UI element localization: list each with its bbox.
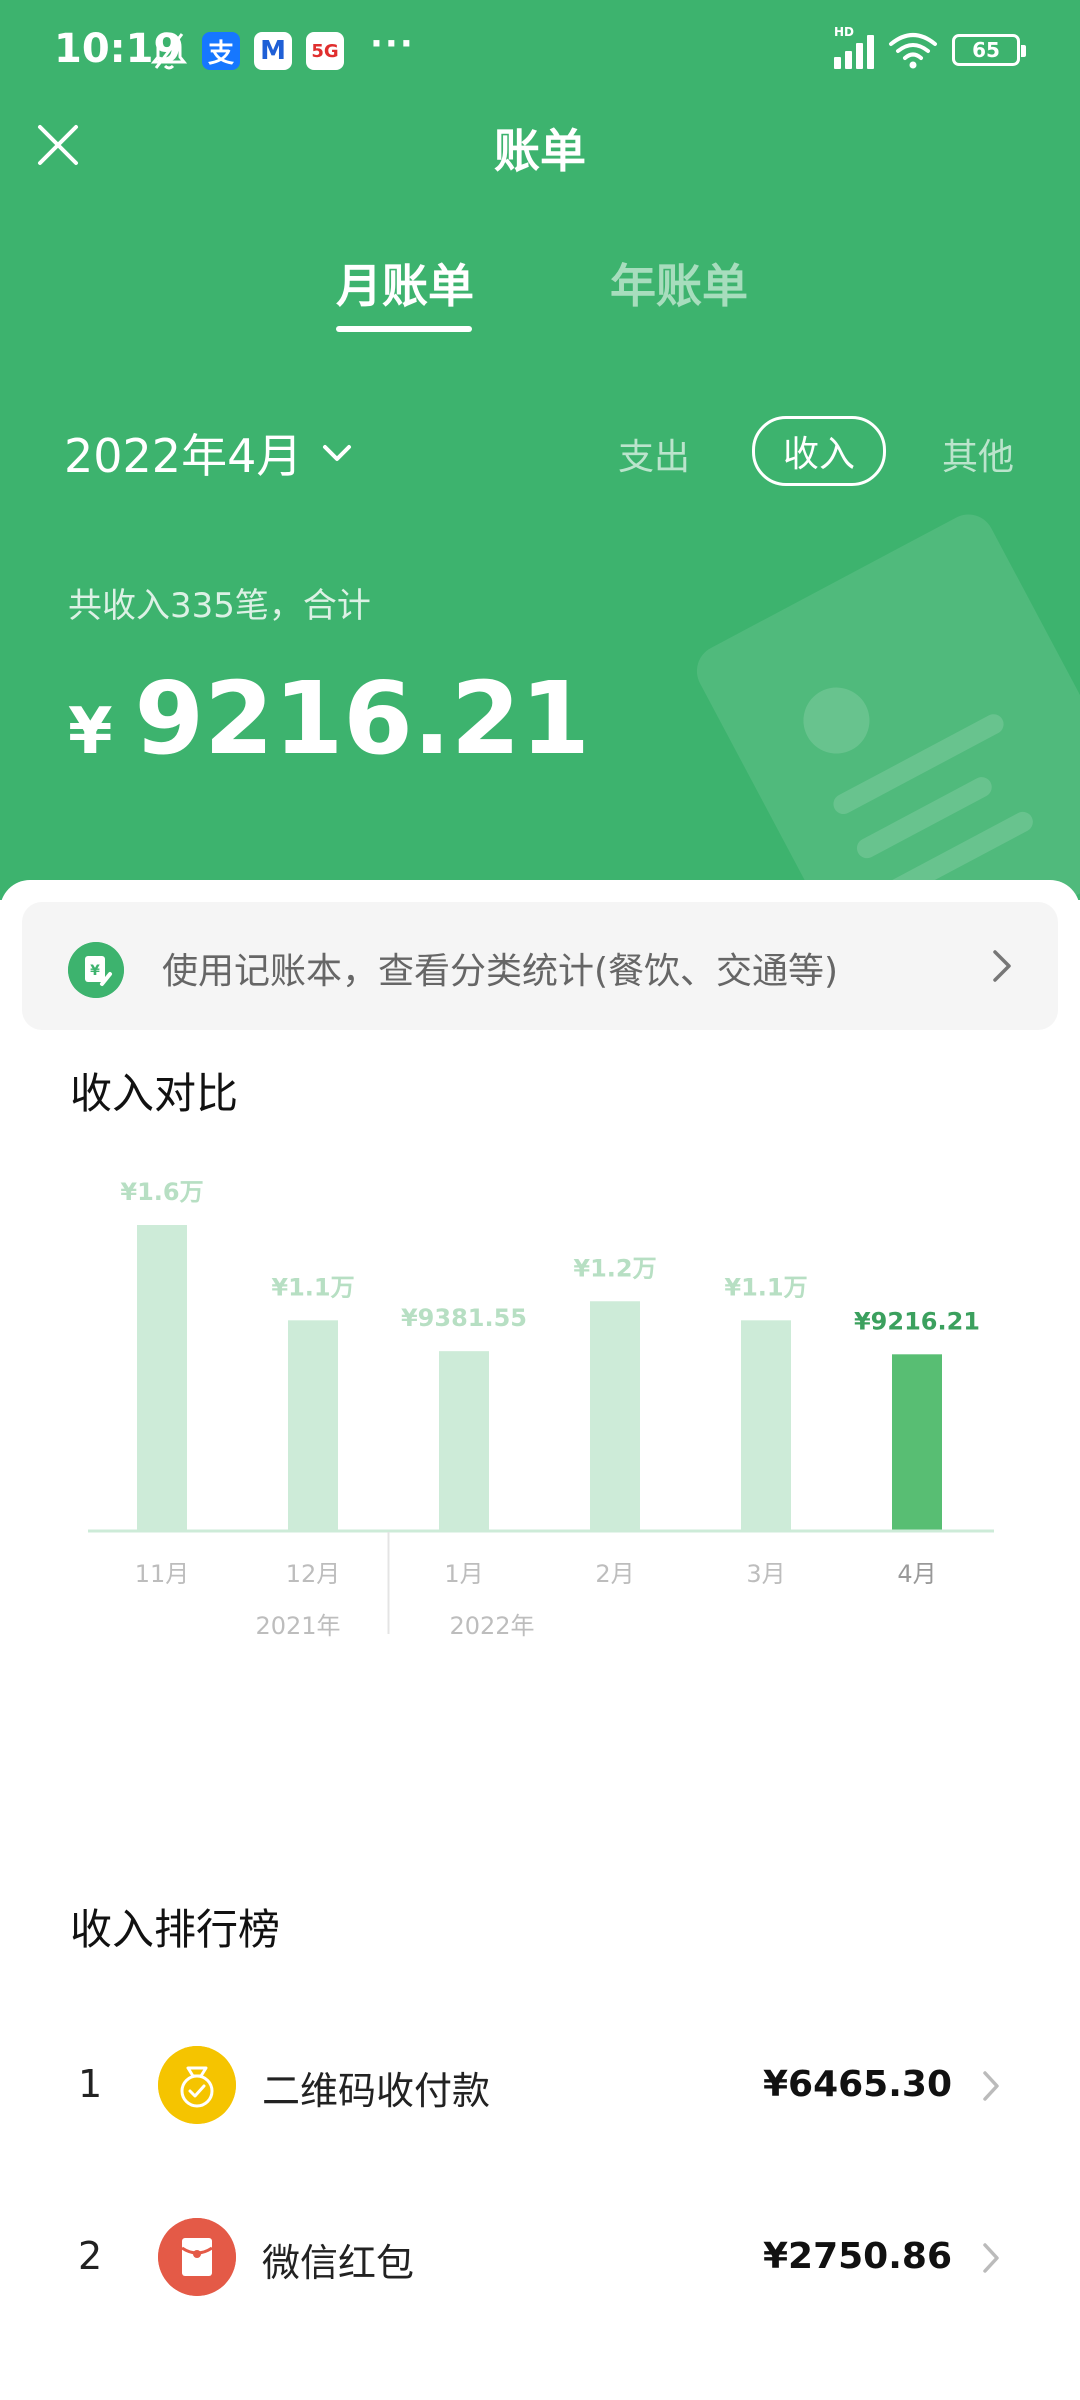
chart-data-label-4: ¥1.2万 [573,1254,656,1282]
chevron-right-icon [993,950,1011,982]
chart-bar-2 [288,1320,338,1530]
summary-currency: ¥ [68,695,113,769]
chart-data-label-2: ¥1.1万 [271,1273,354,1301]
content-card: ¥ 使用记账本，查看分类统计(餐饮、交通等) 收入对比 ¥1.6万 11月 ¥1.1… [0,880,1080,2400]
tab-monthly-bill[interactable]: 月账单 [336,250,474,316]
summary-amount-value: 9216.21 [134,660,590,777]
ranking-amount: ¥2750.86 [762,2236,952,2277]
signal-hd-label: HD [834,25,855,39]
svg-text:¥: ¥ [90,963,100,979]
income-ranking-title: 收入排行榜 [70,1905,281,1954]
wifi-icon [889,33,937,69]
nav-bar: 账单 [0,105,1080,185]
ranking-name: 二维码收付款 [262,2069,491,2113]
battery-icon: 65 [952,34,1026,66]
chevron-down-icon [323,445,352,461]
bill-tabs: 月账单 年账单 [0,250,1080,340]
chart-data-label-1: ¥1.6万 [120,1180,203,1206]
page-title: 账单 [494,124,586,178]
chart-year-label-2021: 2021年 [255,1612,340,1640]
chart-bar-3 [439,1351,489,1530]
chart-bar-4 [590,1301,640,1530]
chart-data-label-3: ¥9381.55 [401,1304,527,1332]
summary-label: 共收入335笔，合计 [68,586,371,626]
summary-amount: ¥ 9216.21 [68,660,590,777]
app-m-icon: M [254,32,292,70]
month-picker[interactable]: 2022年4月 [64,420,354,486]
chart-tick-label-1: 11月 [135,1560,190,1588]
signal-icon: HD [834,25,874,69]
tab-yearly-bill[interactable]: 年账单 [610,250,748,316]
filter-income[interactable]: 收入 [752,416,887,486]
chart-tick-label-3: 1月 [444,1560,483,1588]
chart-bar-5 [741,1320,791,1530]
alipay-icon: 支 [202,32,240,70]
chart-tick-label-2: 12月 [286,1560,341,1588]
chart-data-label-6: ¥9216.21 [854,1307,980,1335]
bookkeeping-icon: ¥ [68,942,124,998]
chevron-right-icon [983,2071,999,2101]
chart-data-label-5: ¥1.1万 [724,1273,807,1301]
ranking-number: 2 [78,2234,103,2278]
qr-payment-bag-icon [158,2046,236,2124]
income-compare-title: 收入对比 [70,1069,239,1118]
tab-active-indicator [336,326,472,332]
filter-other[interactable]: 其他 [942,428,1014,480]
bill-page: 10:19 支 M 5G ··· HD 65 账单 月账单 年账单 2022年4… [0,0,1080,2400]
month-picker-value: 2022年4月 [64,429,303,483]
filter-expense[interactable]: 支出 [618,428,690,480]
status-bar: 10:19 支 M 5G ··· HD 65 [0,0,1080,105]
chart-bar-1 [137,1225,187,1530]
chart-tick-label-4: 2月 [595,1560,634,1588]
red-packet-icon [158,2218,236,2296]
chart-tick-label-6: 4月 [897,1560,936,1588]
5g-icon: 5G [306,32,344,70]
bookkeeping-promo-banner[interactable]: ¥ 使用记账本，查看分类统计(餐饮、交通等) [22,902,1058,1030]
header: 10:19 支 M 5G ··· HD 65 账单 月账单 年账单 2022年4… [0,0,1080,900]
decorative-bill-icon [687,505,1080,900]
ranking-name: 微信红包 [262,2241,415,2285]
income-compare-chart: ¥1.6万 11月 ¥1.1万 12月 ¥9381.55 1月 ¥1.2万 2月 ¥1.1万 3月… [88,1180,994,1640]
chart-tick-label-5: 3月 [746,1560,785,1588]
filter-row: 2022年4月 支出 收入 其他 [0,416,1080,486]
chart-bar-6 [892,1354,942,1530]
chart-year-label-2022: 2022年 [449,1612,534,1640]
ranking-number: 1 [78,2062,103,2106]
more-notifications-icon: ··· [370,24,415,64]
ranking-item-2[interactable]: 2 微信红包 ¥2750.86 [0,2212,1080,2302]
chevron-right-icon [983,2243,999,2273]
ranking-amount: ¥6465.30 [762,2064,952,2105]
ranking-item-1[interactable]: 1 二维码收付款 ¥6465.30 [0,2040,1080,2130]
promo-text: 使用记账本，查看分类统计(餐饮、交通等) [162,951,839,992]
mute-bell-icon [150,32,188,70]
